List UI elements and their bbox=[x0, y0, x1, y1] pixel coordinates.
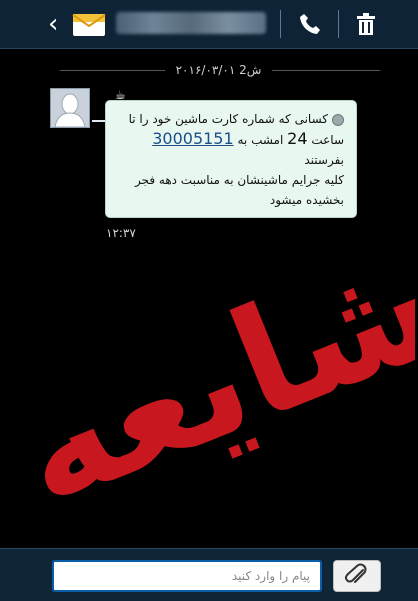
person-icon bbox=[54, 93, 86, 127]
phone-number-link[interactable]: 30005151 bbox=[152, 129, 233, 148]
message-line: ساعت 24 امشب به 30005151 بفرستند bbox=[152, 129, 344, 167]
message-line: کلیه جرایم ماشینشان به مناسبت دهه فجر bbox=[134, 173, 344, 187]
rumor-stamp: شایعه bbox=[30, 216, 415, 495]
date-divider-left bbox=[60, 70, 165, 71]
divider bbox=[280, 10, 281, 38]
date-divider-right bbox=[272, 70, 380, 71]
top-app-bar: ‹ bbox=[0, 0, 418, 49]
message-input[interactable] bbox=[52, 560, 322, 592]
envelope-icon[interactable] bbox=[72, 10, 106, 38]
trash-icon[interactable] bbox=[355, 12, 377, 36]
phone-icon[interactable] bbox=[298, 12, 322, 36]
attach-button[interactable] bbox=[333, 560, 381, 592]
divider bbox=[338, 10, 339, 38]
paperclip-icon bbox=[344, 563, 367, 583]
bubble-connector bbox=[92, 120, 106, 122]
chevron-left-icon[interactable]: ‹ bbox=[48, 11, 68, 37]
contact-name-blurred[interactable] bbox=[116, 12, 266, 34]
message-line: کسانی که شماره کارت ماشین خود را تا bbox=[116, 109, 344, 129]
status-icon bbox=[332, 113, 344, 126]
date-separator: ۲۰۱۶/۰۳/۰۱ ش2 bbox=[175, 63, 262, 77]
rumor-stamp-text: شایعه bbox=[30, 216, 415, 495]
avatar[interactable] bbox=[50, 88, 90, 128]
